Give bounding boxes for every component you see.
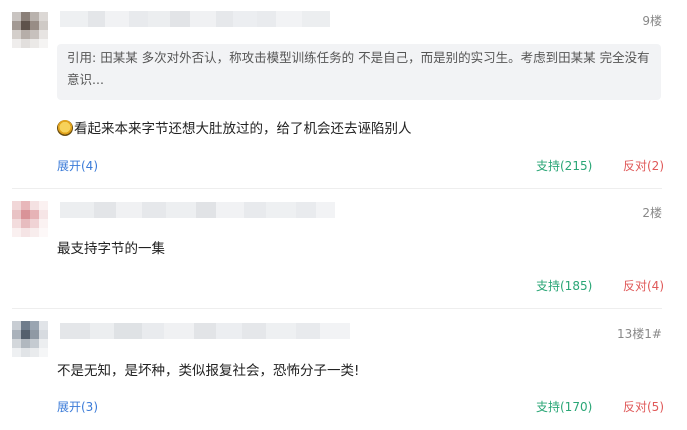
support-button[interactable]: 支持(170) — [536, 398, 592, 415]
username-blurred[interactable] — [60, 202, 335, 218]
comment-body: 不是无知，是坏种，类似报复社会，恐怖分子一类! — [57, 363, 360, 379]
comment-body: 最支持字节的一集 — [57, 241, 165, 257]
comment-text: 最支持字节的一集 — [57, 237, 165, 257]
comment-text: 不是无知，是坏种，类似报复社会，恐怖分子一类! — [57, 359, 359, 379]
avatar[interactable] — [12, 201, 48, 237]
quote-text: 田某某 多次对外否认，称攻击模型训练任务的 不是自己，而是别的实习生。考虑到田某… — [67, 50, 650, 87]
oppose-button[interactable]: 反对(4) — [623, 277, 664, 294]
floor-number: 2楼 — [642, 206, 662, 220]
comment-floor-13: 13楼1# 不是无知，是坏种，类似报复社会，恐怖分子一类! 展开(3) 支持(1… — [0, 309, 687, 430]
expand-replies-link[interactable]: 展开(4) — [57, 157, 98, 174]
avatar[interactable] — [12, 321, 48, 357]
support-button[interactable]: 支持(215) — [536, 157, 592, 174]
username-blurred[interactable] — [60, 11, 331, 27]
quote-prefix: 引用: — [67, 50, 97, 65]
floor-number: 9楼 — [642, 14, 662, 28]
comment-body: 看起来本来字节还想大肚放过的，给了机会还去诬陷别人 — [74, 121, 412, 137]
quoted-comment: 引用: 田某某 多次对外否认，称攻击模型训练任务的 不是自己，而是别的实习生。考… — [57, 44, 661, 100]
oppose-button[interactable]: 反对(5) — [623, 398, 664, 415]
comment-floor-9: 9楼 引用: 田某某 多次对外否认，称攻击模型训练任务的 不是自己，而是别的实习… — [0, 0, 687, 188]
avatar[interactable] — [12, 12, 48, 48]
oppose-button[interactable]: 反对(2) — [623, 157, 664, 174]
comment-floor-2: 2楼 最支持字节的一集 支持(185) 反对(4) — [0, 189, 687, 308]
expand-replies-link[interactable]: 展开(3) — [57, 398, 98, 415]
username-blurred[interactable] — [60, 323, 350, 339]
floor-number: 13楼1# — [617, 327, 662, 341]
comment-text: 看起来本来字节还想大肚放过的，给了机会还去诬陷别人 — [57, 117, 412, 137]
laughing-face-emoji-icon — [57, 120, 73, 136]
support-button[interactable]: 支持(185) — [536, 277, 592, 294]
